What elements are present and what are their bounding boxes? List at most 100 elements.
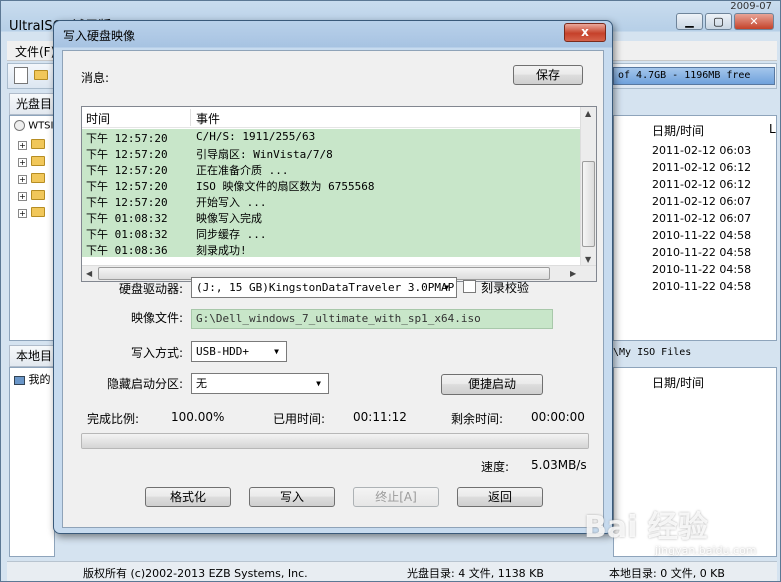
minimize-button[interactable]: ▁ [676, 13, 703, 30]
quick-boot-button[interactable]: 便捷启动 [441, 374, 543, 395]
tree-folder[interactable]: + [18, 172, 45, 186]
log-event: 刻录成功! [196, 244, 247, 257]
status-local: 本地目录: 0 文件, 0 KB [609, 567, 725, 580]
write-mode-label: 写入方式: [131, 346, 184, 360]
chevron-down-icon: ▼ [444, 283, 449, 292]
list-item[interactable]: 2011-02-12 06:07 [652, 212, 751, 229]
list-item[interactable]: 2010-11-22 04:58 [652, 280, 751, 297]
table-row[interactable]: 下午 12:57:20 引导扇区: WinVista/7/8 [82, 145, 582, 161]
format-button[interactable]: 格式化 [145, 487, 231, 507]
log-time: 下午 01:08:36 [86, 244, 168, 257]
scroll-left-icon[interactable]: ◀ [86, 269, 92, 278]
table-row[interactable]: 下午 12:57:20 开始写入 ... [82, 193, 582, 209]
list-item[interactable]: 2011-02-12 06:12 [652, 161, 751, 178]
folder-icon [31, 207, 45, 217]
progress-value: 100.00% [171, 410, 225, 424]
table-row[interactable]: 下午 12:57:20 C/H/S: 1911/255/63 [82, 129, 582, 145]
list-item[interactable]: 2010-11-22 04:58 [652, 246, 751, 263]
maximize-button[interactable]: ▢ [705, 13, 732, 30]
hidden-boot-label: 隐藏启动分区: [107, 377, 184, 391]
baidu-watermark-url: jingyan.baidu.com [655, 544, 757, 557]
window-controls: ▁ ▢ ✕ [676, 13, 774, 30]
cd-dir-tab[interactable]: 光盘目 [9, 93, 55, 115]
folder-icon [31, 190, 45, 200]
scroll-right-icon[interactable]: ▶ [570, 269, 576, 278]
image-file-field[interactable]: G:\Dell_windows_7_ultimate_with_sp1_x64.… [191, 309, 553, 329]
capacity-bar: of 4.7GB - 1196MB free [613, 67, 775, 85]
remaining-value: 00:00:00 [531, 410, 585, 424]
date-list: 2011-02-12 06:03 2011-02-12 06:12 2011-0… [652, 144, 751, 297]
speed-label: 速度: [481, 460, 510, 474]
list-item[interactable]: 2010-11-22 04:58 [652, 229, 751, 246]
chevron-down-icon: ▼ [274, 347, 279, 356]
log-time: 下午 12:57:20 [86, 196, 168, 209]
cd-tree-pane: WTSI + + + + + [9, 115, 55, 341]
back-button[interactable]: 返回 [457, 487, 543, 507]
scroll-down-icon[interactable]: ▼ [585, 255, 591, 264]
log-time: 下午 12:57:20 [86, 132, 168, 145]
menu-file[interactable]: 文件(F) [15, 43, 55, 60]
folder-icon [31, 156, 45, 166]
table-row[interactable]: 下午 01:08:32 同步缓存 ... [82, 225, 582, 241]
cd-file-list: 日期/时间 L 2011-02-12 06:03 2011-02-12 06:1… [613, 115, 777, 341]
drive-label: 硬盘驱动器: [119, 282, 184, 296]
write-disk-image-dialog: 写入硬盘映像 x 消息: 保存 时间 事件 下午 12:57:20 C/H/S: … [53, 20, 613, 534]
table-row[interactable]: 下午 01:08:36 刻录成功! [82, 241, 582, 257]
close-button[interactable]: ✕ [734, 13, 774, 30]
log-time: 下午 01:08:32 [86, 212, 168, 225]
cd-icon [14, 120, 25, 131]
log-time: 下午 12:57:20 [86, 148, 168, 161]
status-cd: 光盘目录: 4 文件, 1138 KB [407, 567, 544, 580]
drive-select[interactable]: (J:, 15 GB)KingstonDataTraveler 3.0PMAP … [191, 277, 457, 298]
chevron-down-icon: ▼ [316, 379, 321, 388]
log-header: 时间 事件 [82, 107, 582, 128]
log-header-time[interactable]: 时间 [86, 110, 110, 127]
elapsed-label: 已用时间: [273, 412, 326, 426]
table-row[interactable]: 下午 12:57:20 ISO 映像文件的扇区数为 6755568 [82, 177, 582, 193]
scroll-up-icon[interactable]: ▲ [585, 109, 591, 118]
list-item[interactable]: 2011-02-12 06:03 [652, 144, 751, 161]
size-column-header[interactable]: L [769, 122, 776, 136]
local-root[interactable]: 我的 [14, 371, 51, 387]
write-button[interactable]: 写入 [249, 487, 335, 507]
save-button[interactable]: 保存 [513, 65, 583, 85]
elapsed-value: 00:11:12 [353, 410, 407, 424]
stop-button[interactable]: 终止[A] [353, 487, 439, 507]
message-log: 时间 事件 下午 12:57:20 C/H/S: 1911/255/63 下午 12… [81, 106, 597, 282]
open-folder-icon[interactable] [34, 70, 48, 80]
date-column-header[interactable]: 日期/时间 [652, 122, 704, 139]
log-event: 开始写入 ... [196, 196, 267, 209]
local-date-column-header[interactable]: 日期/时间 [652, 374, 704, 391]
log-rows: 下午 12:57:20 C/H/S: 1911/255/63 下午 12:57:20… [82, 129, 582, 257]
dialog-title: 写入硬盘映像 [63, 29, 136, 43]
list-item[interactable]: 2011-02-12 06:12 [652, 178, 751, 195]
local-dir-tab[interactable]: 本地目 [9, 345, 55, 367]
tree-folder[interactable]: + [18, 206, 45, 220]
log-header-event[interactable]: 事件 [196, 110, 220, 127]
table-row[interactable]: 下午 01:08:32 映像写入完成 [82, 209, 582, 225]
log-vertical-scrollbar[interactable]: ▲ ▼ [580, 107, 596, 267]
status-copyright: 版权所有 (c)2002-2013 EZB Systems, Inc. [83, 567, 308, 580]
log-event: ISO 映像文件的扇区数为 6755568 [196, 180, 375, 193]
tree-root[interactable]: WTSI [14, 120, 53, 132]
tree-folder[interactable]: + [18, 155, 45, 169]
verify-checkbox[interactable] [463, 280, 476, 293]
log-event: 正在准备介质 ... [196, 164, 289, 177]
hidden-boot-select[interactable]: 无 ▼ [191, 373, 329, 394]
log-event: C/H/S: 1911/255/63 [196, 130, 316, 143]
tree-folder[interactable]: + [18, 189, 45, 203]
folder-icon [31, 139, 45, 149]
local-path: s\My ISO Files [607, 347, 692, 358]
list-item[interactable]: 2010-11-22 04:58 [652, 263, 751, 280]
write-mode-select[interactable]: USB-HDD+ ▼ [191, 341, 287, 362]
progress-fill [82, 434, 588, 448]
progress-label: 完成比例: [87, 412, 140, 426]
new-file-icon[interactable] [14, 67, 28, 84]
tree-folder[interactable]: + [18, 138, 45, 152]
status-bar: 版权所有 (c)2002-2013 EZB Systems, Inc. 光盘目录… [7, 561, 777, 581]
dialog-close-button[interactable]: x [564, 23, 606, 42]
scroll-thumb[interactable] [582, 161, 595, 247]
table-row[interactable]: 下午 12:57:20 正在准备介质 ... [82, 161, 582, 177]
folder-icon [31, 173, 45, 183]
list-item[interactable]: 2011-02-12 06:07 [652, 195, 751, 212]
